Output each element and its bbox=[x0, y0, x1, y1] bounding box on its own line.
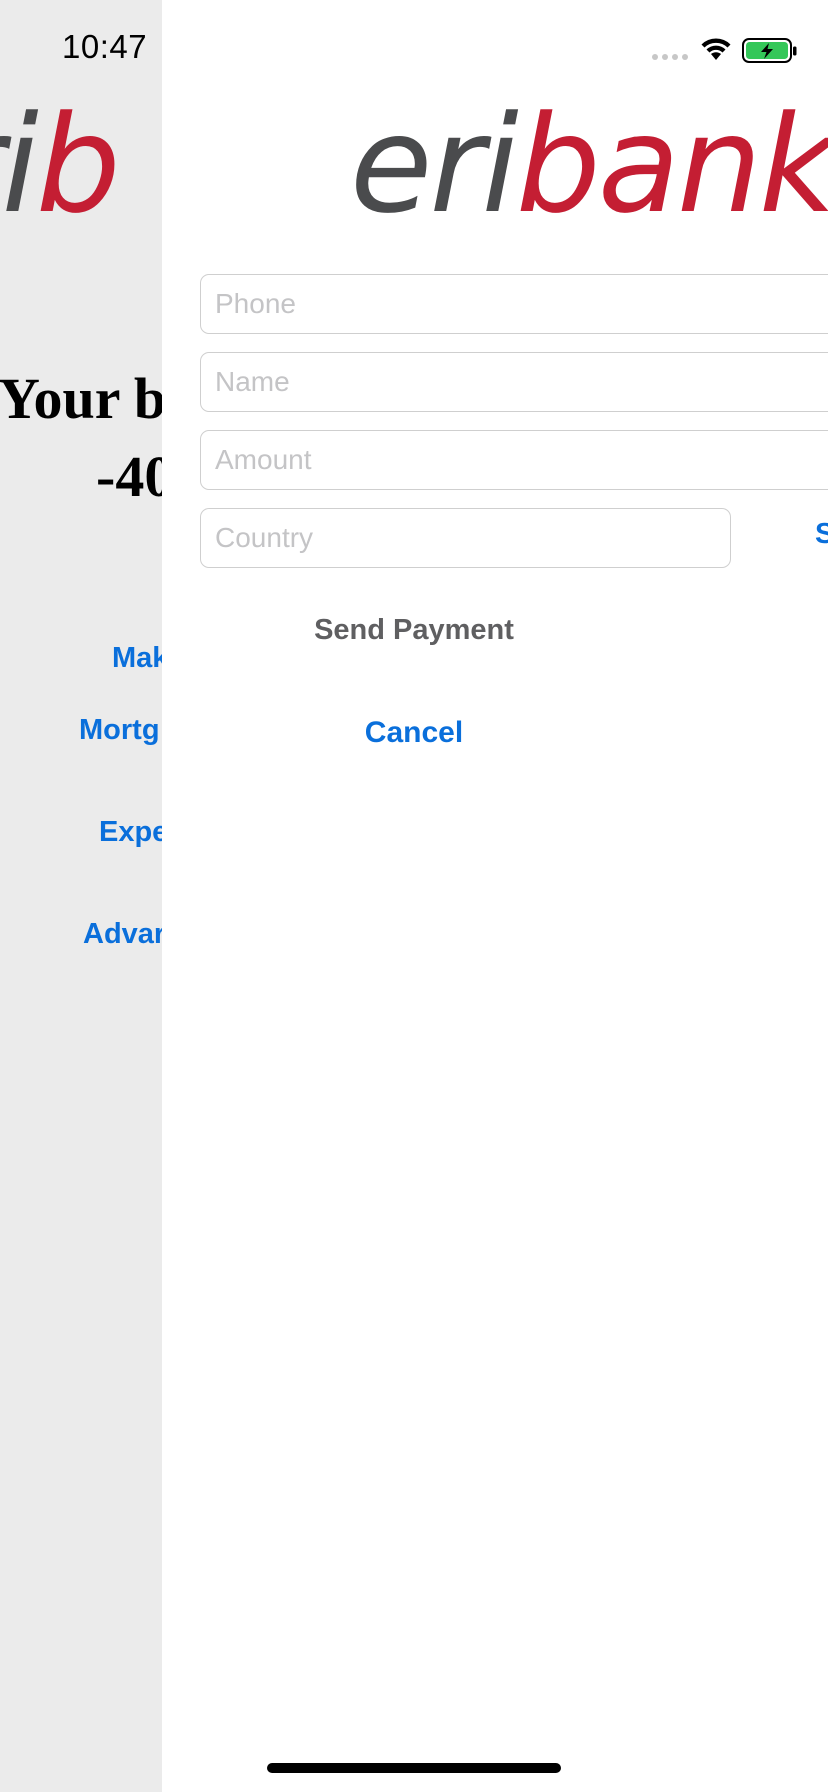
country-field-container bbox=[200, 508, 731, 568]
cancel-button[interactable]: Cancel bbox=[162, 716, 828, 750]
background-link-mortgage[interactable]: Mortg bbox=[79, 714, 160, 747]
eribank-logo: eribank bbox=[350, 95, 828, 235]
name-field[interactable] bbox=[201, 353, 828, 411]
home-indicator[interactable] bbox=[267, 1763, 561, 1773]
country-field[interactable] bbox=[201, 509, 730, 567]
logo-bank: bank bbox=[515, 87, 828, 243]
status-icons bbox=[652, 36, 802, 66]
signal-icon bbox=[652, 54, 688, 60]
select-country-button[interactable]: S bbox=[815, 518, 828, 551]
payment-sheet: eribank S Send Payment Cancel bbox=[162, 0, 828, 1792]
background-balance-label: Your b bbox=[0, 366, 167, 431]
send-payment-button[interactable]: Send Payment bbox=[162, 614, 828, 647]
background-logo: erib bbox=[0, 95, 121, 235]
phone-field-container bbox=[200, 274, 828, 334]
amount-field[interactable] bbox=[201, 431, 828, 489]
background-logo-bank: b bbox=[35, 87, 121, 243]
battery-charging-icon bbox=[742, 38, 797, 63]
app-screen: 10:47 erib Your b -40 Mak Mortg Expe Adv… bbox=[0, 0, 828, 1792]
background-link-advanced[interactable]: Advar bbox=[83, 918, 165, 951]
status-time: 10:47 bbox=[62, 28, 148, 65]
logo-eri: eri bbox=[350, 87, 519, 243]
amount-field-container bbox=[200, 430, 828, 490]
wifi-icon bbox=[701, 38, 731, 60]
background-link-make-payment[interactable]: Mak bbox=[112, 642, 168, 675]
phone-field[interactable] bbox=[201, 275, 828, 333]
name-field-container bbox=[200, 352, 828, 412]
background-logo-eri: eri bbox=[0, 87, 39, 243]
background-link-expense[interactable]: Expe bbox=[99, 816, 168, 849]
